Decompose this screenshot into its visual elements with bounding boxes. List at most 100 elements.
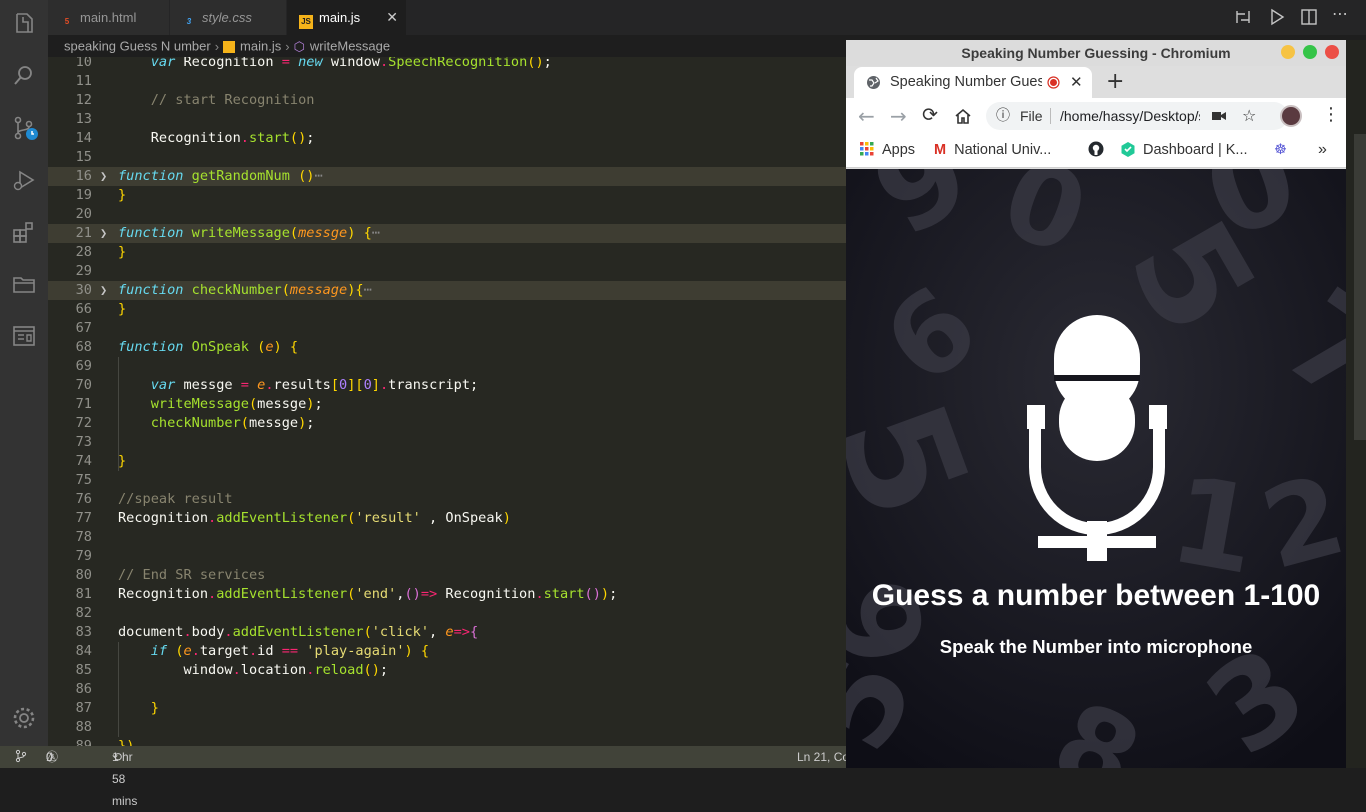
close-tab-icon[interactable]: ✕ xyxy=(1070,67,1083,98)
code-line[interactable]: 84 if (e.target.id == 'play-again') { xyxy=(48,642,846,661)
code-line[interactable]: 74} xyxy=(48,452,846,471)
indent-guide xyxy=(118,642,119,737)
code-line[interactable]: 13 xyxy=(48,110,846,129)
page-title: Guess a number between 1-100 xyxy=(871,579,1321,612)
code-line[interactable]: 86 xyxy=(48,680,846,699)
line-number: 13 xyxy=(75,111,92,127)
bookmark-star-icon[interactable]: ☆ xyxy=(1242,102,1256,130)
code-line[interactable]: 72 checkNumber(messge); xyxy=(48,414,846,433)
home-icon[interactable] xyxy=(954,107,972,125)
run-debug-icon[interactable] xyxy=(10,166,38,194)
code-line[interactable]: 73 xyxy=(48,433,846,452)
code-line[interactable]: 29 xyxy=(48,262,846,281)
source-control-branch-icon[interactable] xyxy=(14,746,28,768)
minimize-button[interactable] xyxy=(1281,45,1295,59)
close-icon[interactable]: ✕ xyxy=(386,0,398,35)
code-line[interactable]: 83 document.body.addEventListener('click'… xyxy=(48,623,846,642)
code-line[interactable]: 67 xyxy=(48,319,846,338)
code-line[interactable]: 76 //speak result xyxy=(48,490,846,509)
code-line[interactable]: 69 xyxy=(48,357,846,376)
browser-tab[interactable]: Speaking Number Guessing ✕ xyxy=(854,67,1092,98)
code-line[interactable]: 66} xyxy=(48,300,846,319)
menu-icon[interactable]: ⋮ xyxy=(1322,104,1340,125)
code-line[interactable]: 87 } xyxy=(48,699,846,718)
scrollbar-thumb[interactable] xyxy=(1354,134,1366,440)
bookmark-national-univ[interactable]: M National Univ... xyxy=(934,134,1051,166)
bookmark-apps[interactable]: Apps xyxy=(860,134,915,166)
code-line[interactable]: 11 xyxy=(48,72,846,91)
line-number: 66 xyxy=(75,301,92,317)
line-number: 82 xyxy=(75,605,92,621)
split-editor-icon[interactable] xyxy=(1300,8,1318,30)
camera-icon[interactable] xyxy=(1212,111,1226,121)
tab-main-html[interactable]: 5 main.html xyxy=(48,0,170,35)
info-icon[interactable]: ⓘ xyxy=(996,102,1010,130)
extensions-icon[interactable] xyxy=(10,218,38,246)
maximize-button[interactable] xyxy=(1303,45,1317,59)
avatar[interactable] xyxy=(1280,105,1302,127)
tab-style-css[interactable]: 3 style.css xyxy=(170,0,287,35)
code-line[interactable]: 80 // End SR services xyxy=(48,566,846,585)
code-line[interactable]: 82 xyxy=(48,604,846,623)
search-icon[interactable] xyxy=(10,62,38,90)
address-url[interactable]: /home/hassy/Desktop/speaking Guess N umb… xyxy=(1060,102,1200,130)
line-number: 77 xyxy=(75,510,92,526)
bookmark-dashboard[interactable]: Dashboard | K... xyxy=(1120,134,1248,166)
new-tab-button[interactable]: + xyxy=(1106,66,1124,97)
more-actions-icon[interactable]: ⋯ xyxy=(1332,4,1348,23)
address-divider xyxy=(1050,108,1051,124)
tab-main-js[interactable]: JS main.js ✕ xyxy=(287,0,407,35)
fold-chevron-icon[interactable]: ❯ xyxy=(100,224,107,243)
code-line[interactable]: 15 xyxy=(48,148,846,167)
fold-chevron-icon[interactable]: ❯ xyxy=(100,281,107,300)
code-text: } xyxy=(118,244,127,260)
code-line[interactable]: 71 writeMessage(messge); xyxy=(48,395,846,414)
breadcrumb-file[interactable]: main.js xyxy=(240,39,281,54)
code-line[interactable]: 21 ❯ function writeMessage(messge) {⋯ xyxy=(48,224,846,243)
code-line[interactable]: 14 Recognition.start(); xyxy=(48,129,846,148)
code-line[interactable]: 70 var messge = e.results[0][0].transcri… xyxy=(48,376,846,395)
code-line[interactable]: 12 // start Recognition xyxy=(48,91,846,110)
back-button[interactable]: ← xyxy=(858,104,875,128)
code-line[interactable]: 75 xyxy=(48,471,846,490)
code-line[interactable]: 10 var Recognition = new window.SpeechRe… xyxy=(48,57,846,72)
code-line[interactable]: 30 ❯ function checkNumber(message){⋯ xyxy=(48,281,846,300)
code-editor[interactable]: 10 var Recognition = new window.SpeechRe… xyxy=(48,57,846,746)
compare-changes-icon[interactable] xyxy=(1234,8,1252,30)
code-line[interactable]: 88 xyxy=(48,718,846,737)
code-text: } xyxy=(118,187,127,203)
bookmark-github[interactable] xyxy=(1088,134,1104,166)
method-symbol-icon: ⬡ xyxy=(293,38,305,54)
reload-button[interactable]: ⟳ xyxy=(922,104,938,126)
forward-button[interactable]: → xyxy=(890,104,907,128)
preview-icon[interactable] xyxy=(10,322,38,350)
source-control-icon[interactable] xyxy=(10,114,38,142)
code-line[interactable]: 16 ❯ function getRandomNum ()⋯ xyxy=(48,167,846,186)
code-line[interactable]: 78 xyxy=(48,528,846,547)
line-number: 86 xyxy=(75,681,92,697)
editor-scrollbar[interactable] xyxy=(1346,40,1366,768)
breadcrumb-symbol[interactable]: writeMessage xyxy=(310,39,390,54)
cursor-position[interactable]: Ln 21, Co xyxy=(797,746,849,768)
code-line[interactable]: 19} xyxy=(48,186,846,205)
code-line[interactable]: 85 window.location.reload(); xyxy=(48,661,846,680)
fold-chevron-icon[interactable]: ❯ xyxy=(100,167,107,186)
explorer-icon[interactable] xyxy=(10,10,38,38)
code-line[interactable]: 77 Recognition.addEventListener('result' … xyxy=(48,509,846,528)
run-icon[interactable] xyxy=(1268,8,1286,30)
code-line[interactable]: 89}) xyxy=(48,737,846,746)
code-line[interactable]: 81 Recognition.addEventListener('end',()=… xyxy=(48,585,846,604)
code-line[interactable]: 28} xyxy=(48,243,846,262)
breadcrumb-folder[interactable]: speaking Guess N umber xyxy=(64,39,211,54)
code-line[interactable]: 68 function OnSpeak (e) { xyxy=(48,338,846,357)
address-bar[interactable]: ⓘ File /home/hassy/Desktop/speaking Gues… xyxy=(986,102,1288,130)
code-line[interactable]: 20 xyxy=(48,205,846,224)
robot-icon[interactable]: ☸ xyxy=(1274,134,1287,166)
window-title: Speaking Number Guessing - Chromium xyxy=(961,45,1231,61)
code-line[interactable]: 79 xyxy=(48,547,846,566)
line-number: 75 xyxy=(75,472,92,488)
close-window-button[interactable] xyxy=(1325,45,1339,59)
bookmarks-overflow-button[interactable]: » xyxy=(1318,134,1327,166)
folder-icon[interactable] xyxy=(10,270,38,298)
gear-icon[interactable] xyxy=(10,704,38,732)
